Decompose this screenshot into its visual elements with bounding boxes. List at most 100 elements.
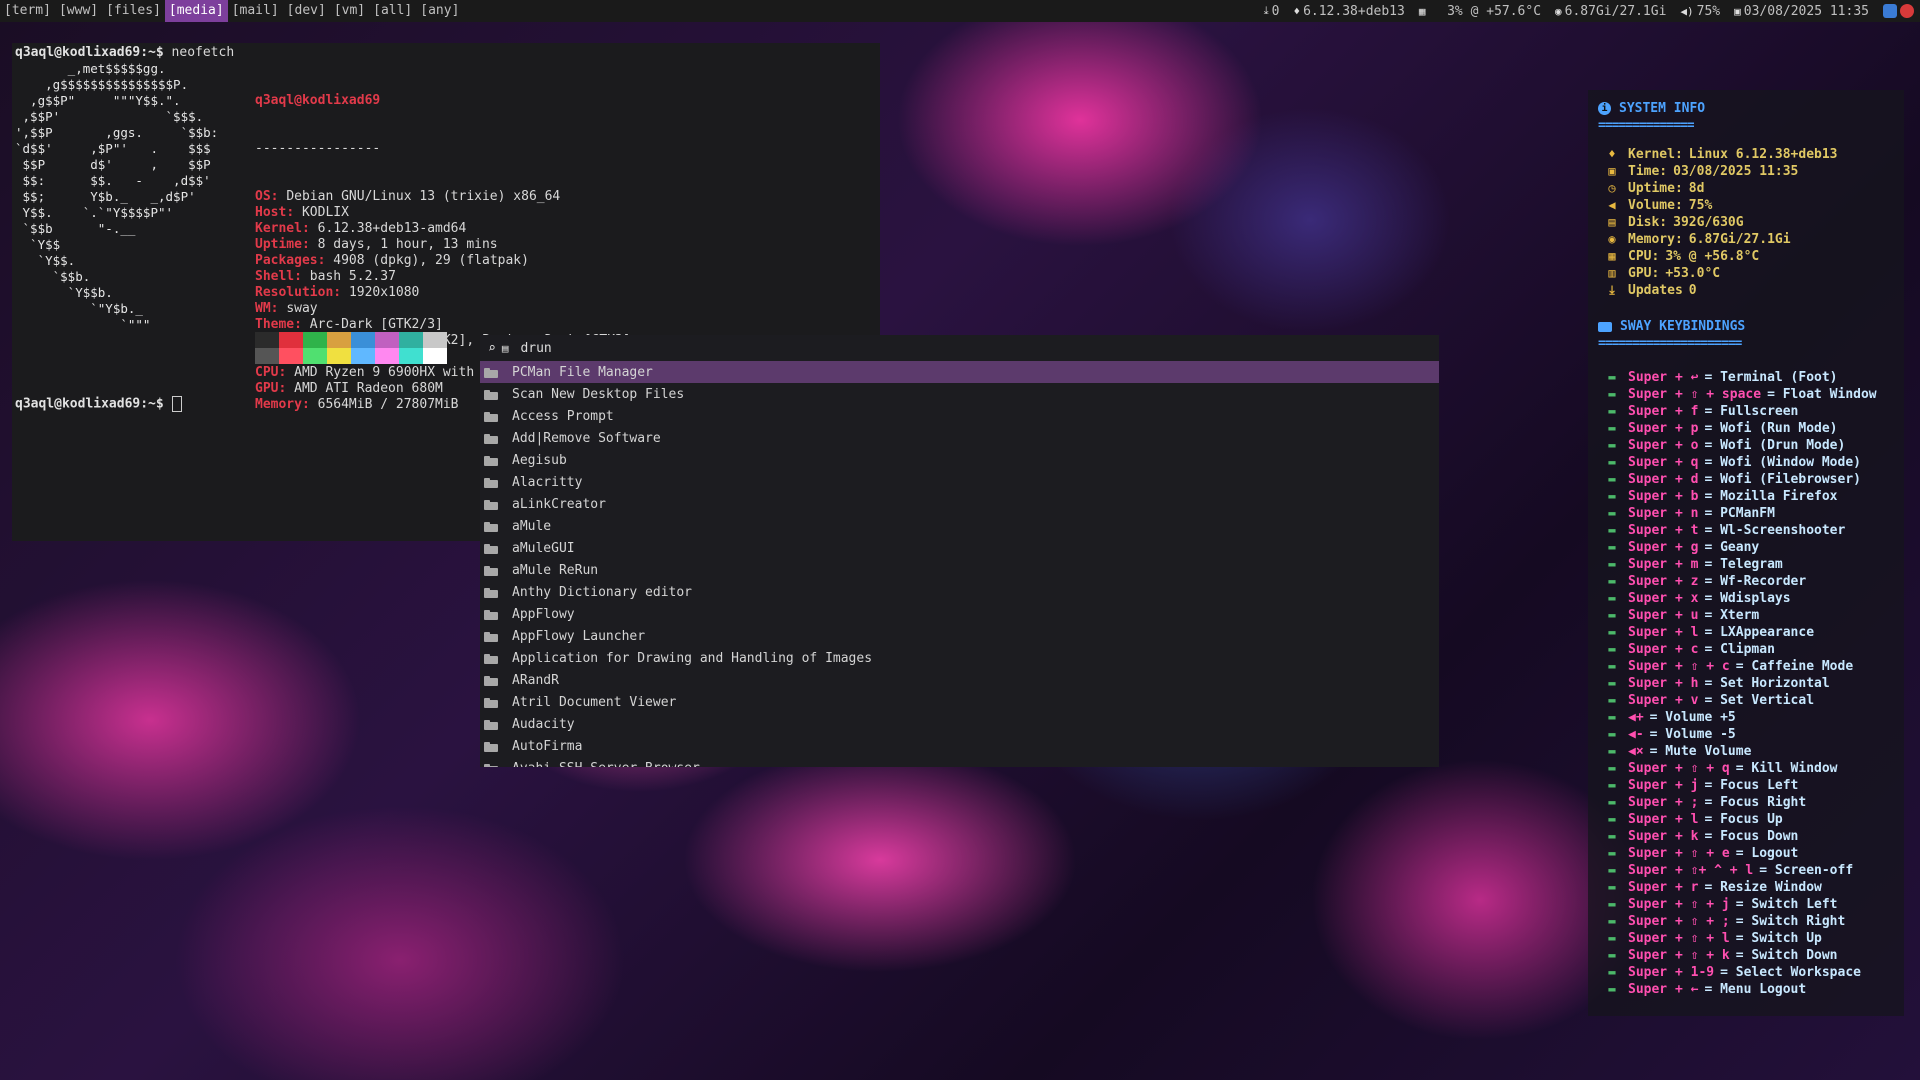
calendar-icon: ▣ xyxy=(1734,4,1741,18)
tray-app-icon[interactable] xyxy=(1883,4,1897,18)
neofetch-key: Host xyxy=(255,205,287,220)
neofetch-row: Packages: 4908 (dpkg), 29 (flatpak) xyxy=(255,253,529,268)
workspace-button[interactable]: [any] xyxy=(416,0,463,22)
wofi-result-item[interactable]: aMuleGUI xyxy=(480,537,1439,559)
wofi-result-item[interactable]: AutoFirma xyxy=(480,735,1439,757)
workspace-button[interactable]: [www] xyxy=(55,0,102,22)
active-prompt[interactable]: q3aql@kodlixad69:~$ xyxy=(15,396,182,413)
keyboard-key-icon: ▬ xyxy=(1608,659,1616,673)
neofetch-row: OS: Debian GNU/Linux 13 (trixie) x86_64 xyxy=(255,189,561,204)
wofi-result-item[interactable]: Alacritty xyxy=(480,471,1439,493)
keyboard-key-icon: ▬ xyxy=(1608,778,1616,792)
wofi-result-label: aMule ReRun xyxy=(512,562,599,578)
wofi-result-item[interactable]: Access Prompt xyxy=(480,405,1439,427)
keybinding-combo: Super + ↩ xyxy=(1628,370,1699,385)
neofetch-value: sway xyxy=(286,301,318,316)
wofi-result-item[interactable]: aLinkCreator xyxy=(480,493,1439,515)
wofi-result-item[interactable]: AppFlowy xyxy=(480,603,1439,625)
wofi-result-item[interactable]: ARandR xyxy=(480,669,1439,691)
color-swatch xyxy=(423,348,447,364)
workspace-button[interactable]: [media] xyxy=(164,0,228,22)
workspace-button[interactable]: [term] xyxy=(0,0,55,22)
color-swatch xyxy=(255,332,279,348)
keybinding-description: = Focus Left xyxy=(1704,778,1799,793)
keybinding-combo: Super + f xyxy=(1628,404,1699,419)
wofi-result-item[interactable]: Aegisub xyxy=(480,449,1439,471)
system-info-label: CPU: xyxy=(1628,249,1660,264)
workspace-button[interactable]: [files] xyxy=(102,0,165,22)
speaker-icon: ◀ xyxy=(1608,198,1616,212)
workspace-button[interactable]: [vm] xyxy=(330,0,369,22)
wofi-result-item[interactable]: Application for Drawing and Handling of … xyxy=(480,647,1439,669)
folder-icon xyxy=(484,521,498,532)
keybinding-row: ▬ Super + ⇧ + ; = Switch Right xyxy=(1588,913,1904,930)
wofi-result-item[interactable]: Anthy Dictionary editor xyxy=(480,581,1439,603)
wofi-result-item[interactable]: Avahi SSH Server Browser xyxy=(480,757,1439,767)
ascii-line: `""" xyxy=(15,317,151,332)
neofetch-key: CPU xyxy=(255,365,279,380)
wofi-result-item[interactable]: Audacity xyxy=(480,713,1439,735)
workspace-button[interactable]: [dev] xyxy=(283,0,330,22)
keybinding-description: = Resize Window xyxy=(1704,880,1822,895)
wofi-search-bar[interactable]: ⌕ ▤ drun xyxy=(480,335,1439,361)
neofetch-separator: ---------------- xyxy=(255,141,381,156)
keybinding-combo: Super + z xyxy=(1628,574,1699,589)
neofetch-key: Memory xyxy=(255,397,302,412)
conky-panel: i SYSTEM INFO ============== ♦ Kernel: Lin… xyxy=(1588,90,1904,1016)
neofetch-value: KODLIX xyxy=(301,205,349,220)
debian-ascii-logo: _,met$$$$$gg. ,g$$$$$$$$$$$$$$$P. ,g$$P"… xyxy=(15,61,218,333)
system-info-row: ▥ GPU: +53.0°C xyxy=(1588,265,1904,282)
keybinding-description: = Menu Logout xyxy=(1704,982,1807,997)
folder-icon xyxy=(484,675,498,686)
keybinding-combo: Super + c xyxy=(1628,642,1699,657)
workspace-button[interactable]: [all] xyxy=(369,0,416,22)
text-cursor xyxy=(171,396,182,412)
workspace-list: [term] [www] [files] [media] [mail] [dev] [vm]… xyxy=(0,0,463,22)
wofi-search-input[interactable]: drun xyxy=(520,341,551,356)
wofi-result-item[interactable]: PCMan File Manager xyxy=(480,361,1439,383)
neofetch-row: Kernel: 6.12.38+deb13-amd64 xyxy=(255,221,467,236)
keybinding-description: = Geany xyxy=(1704,540,1760,555)
wofi-result-item[interactable]: Atril Document Viewer xyxy=(480,691,1439,713)
updates-indicator[interactable]: ⤓ 0 xyxy=(1264,4,1280,19)
keybinding-description: = Xterm xyxy=(1704,608,1760,623)
keyboard-key-icon: ▬ xyxy=(1608,574,1616,588)
wofi-result-label: Aegisub xyxy=(512,452,567,468)
color-swatch xyxy=(303,332,327,348)
keybinding-combo: Super + v xyxy=(1628,693,1699,708)
clock-indicator[interactable]: ▣ 03/08/2025 11:35 xyxy=(1734,4,1869,19)
keybinding-description: = Volume -5 xyxy=(1649,727,1736,742)
keybinding-description: = Wofi (Filebrowser) xyxy=(1704,472,1861,487)
color-swatch xyxy=(375,348,399,364)
keybinding-row: ▬ Super + c = Clipman xyxy=(1588,641,1904,658)
keybinding-description: = Focus Right xyxy=(1704,795,1807,810)
keyboard-key-icon: ▬ xyxy=(1608,846,1616,860)
wofi-launcher[interactable]: ⌕ ▤ drun PCMan File Manager Scan New Desk… xyxy=(480,335,1439,767)
wofi-result-item[interactable]: aMule ReRun xyxy=(480,559,1439,581)
tray-notification-icon[interactable] xyxy=(1900,4,1914,18)
keybinding-description: = Float Window xyxy=(1767,387,1877,402)
wofi-result-label: AppFlowy xyxy=(512,606,575,622)
keybinding-description: = Switch Left xyxy=(1735,897,1838,912)
header-rule: ============== xyxy=(1598,118,1695,133)
keybinding-row: ▬ Super + h = Set Horizontal xyxy=(1588,675,1904,692)
system-info-label: Updates xyxy=(1628,283,1683,298)
wofi-result-item[interactable]: AppFlowy Launcher xyxy=(480,625,1439,647)
system-info-value: 6.87Gi/27.1Gi xyxy=(1688,232,1791,247)
keyboard-key-icon: ▬ xyxy=(1608,642,1616,656)
gpu-icon: ▥ xyxy=(1608,266,1616,280)
volume-indicator[interactable]: ◀) 75% xyxy=(1680,4,1720,19)
wofi-result-item[interactable]: Add|Remove Software xyxy=(480,427,1439,449)
folder-icon xyxy=(484,389,498,400)
keybinding-description: = Set Horizontal xyxy=(1704,676,1830,691)
keyboard-key-icon: ▬ xyxy=(1608,931,1616,945)
keybinding-combo: Super + l xyxy=(1628,625,1699,640)
folder-icon xyxy=(484,543,498,554)
ascii-line: ,g$$$$$$$$$$$$$$$P. xyxy=(15,77,189,92)
keyboard-key-icon: ▬ xyxy=(1608,489,1616,503)
workspace-button[interactable]: [mail] xyxy=(228,0,283,22)
keybinding-row: ▬ Super + v = Set Vertical xyxy=(1588,692,1904,709)
wofi-result-item[interactable]: aMule xyxy=(480,515,1439,537)
keybinding-combo: Super + ⇧ + k xyxy=(1628,948,1730,963)
wofi-result-item[interactable]: Scan New Desktop Files xyxy=(480,383,1439,405)
